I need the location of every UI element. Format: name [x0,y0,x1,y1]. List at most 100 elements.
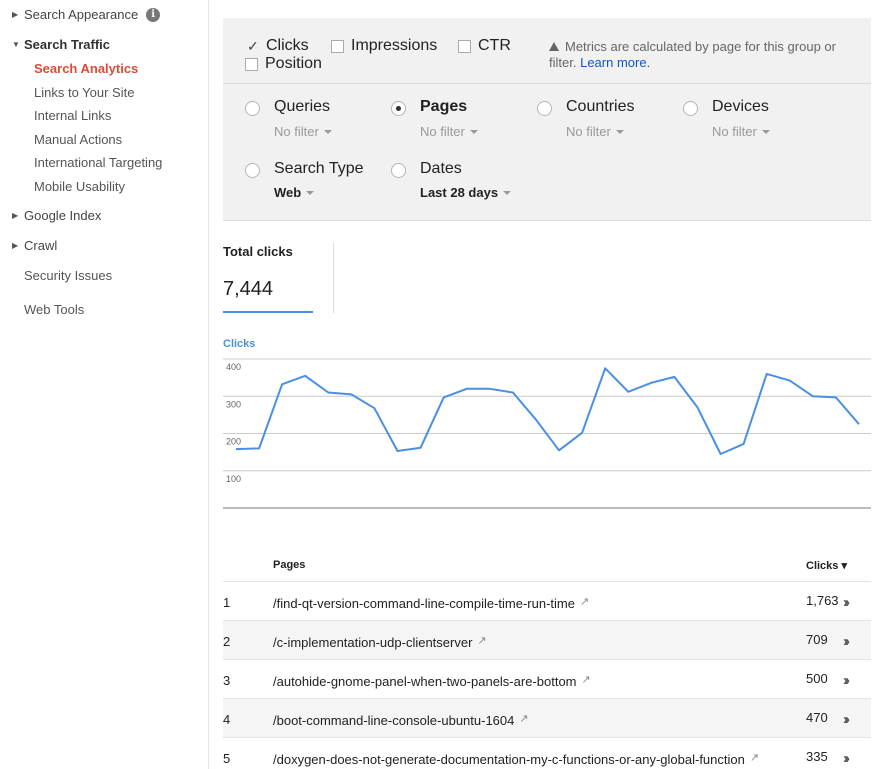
row-details-chevron-icon[interactable]: ›› [843,594,850,611]
dimension-devices-filter-text: No filter [712,124,757,139]
metric-ctr-checkbox[interactable]: CTR [458,37,511,55]
data-point[interactable] [671,374,677,380]
nav-search-appearance[interactable]: ▶ Search Appearance i [12,7,161,22]
data-point[interactable] [787,378,793,384]
data-point[interactable] [764,371,770,377]
radio-pages[interactable] [391,101,406,116]
nav-search-traffic[interactable]: ▼ Search Traffic [12,37,110,52]
external-link-icon[interactable]: ↗ [519,712,528,725]
radio-dates[interactable] [391,163,406,178]
table-row[interactable]: 2 /c-implementation-udp-clientserver ↗ 70… [223,621,871,660]
row-page-link[interactable]: /c-implementation-udp-clientserver ↗ [273,634,487,650]
dimension-dates-label[interactable]: Dates [420,160,462,178]
nav-search-appearance-label: Search Appearance [24,7,139,22]
dimension-devices-label[interactable]: Devices [712,98,769,116]
table-row[interactable]: 5 /doxygen-does-not-generate-documentati… [223,738,871,769]
external-link-icon[interactable]: ↗ [580,595,589,608]
data-point[interactable] [395,448,401,454]
column-header-clicks[interactable]: Clicks ▾ [806,559,847,572]
external-link-icon[interactable]: ↗ [582,673,591,686]
radio-countries[interactable] [537,101,552,116]
data-point[interactable] [856,421,862,427]
row-details-chevron-icon[interactable]: ›› [843,750,850,767]
nav-crawl[interactable]: ▶ Crawl [12,238,57,253]
row-page-text: /doxygen-does-not-generate-documentation… [273,752,745,767]
data-point[interactable] [810,393,816,399]
nav-search-traffic-label: Search Traffic [24,37,110,52]
dropdown-caret-icon [615,130,624,134]
data-point[interactable] [579,430,585,436]
data-point[interactable] [464,386,470,392]
learn-more-link[interactable]: Learn more. [580,55,650,70]
data-point[interactable] [741,441,747,447]
column-header-pages[interactable]: Pages [273,559,305,571]
external-link-icon[interactable]: ↗ [477,634,486,647]
sidebar-item-mobile-usability[interactable]: Mobile Usability [34,179,125,194]
external-link-icon[interactable]: ↗ [750,751,759,764]
info-icon[interactable]: i [146,7,161,22]
data-point[interactable] [371,405,377,411]
table-row[interactable]: 1 /find-qt-version-command-line-compile-… [223,582,871,621]
data-point[interactable] [441,394,447,400]
data-point[interactable] [556,447,562,453]
dimension-devices-filter[interactable]: No filter [712,124,770,139]
dimension-countries-label[interactable]: Countries [566,98,634,116]
data-point[interactable] [602,365,608,371]
row-details-chevron-icon[interactable]: ›› [843,633,850,650]
row-page-link[interactable]: /boot-command-line-console-ubuntu-1604 ↗ [273,712,529,728]
metric-clicks-checkbox[interactable]: ✓ Clicks [247,37,309,55]
data-point[interactable] [718,451,724,457]
row-page-link[interactable]: /doxygen-does-not-generate-documentation… [273,751,759,767]
data-point[interactable] [648,380,654,386]
data-point[interactable] [279,381,285,387]
row-details-chevron-icon[interactable]: ›› [843,711,850,728]
data-point[interactable] [833,394,839,400]
dimension-pages-label[interactable]: Pages [420,98,467,116]
metric-position-checkbox[interactable]: Position [245,55,322,73]
data-point[interactable] [533,417,539,423]
sidebar-item-links-to-your-site[interactable]: Links to Your Site [34,85,134,100]
sidebar-item-internal-links[interactable]: Internal Links [34,108,111,123]
dropdown-caret-icon [761,130,770,134]
row-rank: 4 [223,712,231,727]
radio-queries[interactable] [245,101,260,116]
table-row[interactable]: 4 /boot-command-line-console-ubuntu-1604… [223,699,871,738]
data-point[interactable] [233,446,239,452]
total-clicks-card[interactable]: Total clicks 7,444 [223,243,313,313]
data-point[interactable] [695,404,701,410]
data-point[interactable] [487,386,493,392]
row-page-link[interactable]: /find-qt-version-command-line-compile-ti… [273,595,589,611]
dimension-dates-filter[interactable]: Last 28 days [420,185,512,200]
radio-search-type[interactable] [245,163,260,178]
table-row[interactable]: 3 /autohide-gnome-panel-when-two-panels-… [223,660,871,699]
dimension-countries-filter[interactable]: No filter [566,124,624,139]
dimension-pages-filter[interactable]: No filter [420,124,478,139]
data-point[interactable] [348,391,354,397]
row-clicks: 709 [806,632,828,647]
row-details-chevron-icon[interactable]: ›› [843,672,850,689]
row-page-text: /c-implementation-udp-clientserver [273,635,473,650]
sidebar-item-search-analytics[interactable]: Search Analytics [34,61,138,76]
data-point[interactable] [325,390,331,396]
dimension-queries-label[interactable]: Queries [274,98,330,116]
dimension-search-type-label[interactable]: Search Type [274,160,364,178]
table-header: Pages Clicks ▾ [223,548,871,582]
row-page-link[interactable]: /autohide-gnome-panel-when-two-panels-ar… [273,673,591,689]
radio-devices[interactable] [683,101,698,116]
dimension-search-type-filter[interactable]: Web [274,185,315,200]
data-point[interactable] [418,445,424,451]
nav-web-tools[interactable]: Web Tools [24,302,84,317]
nav-google-index[interactable]: ▶ Google Index [12,208,101,223]
data-point[interactable] [256,445,262,451]
metric-impressions-checkbox[interactable]: Impressions [331,37,437,55]
sidebar-item-manual-actions[interactable]: Manual Actions [34,132,122,147]
data-point[interactable] [302,373,308,379]
nav-security-issues[interactable]: Security Issues [24,268,112,283]
data-point[interactable] [625,389,631,395]
row-page-text: /autohide-gnome-panel-when-two-panels-ar… [273,674,577,689]
checkbox-icon [331,39,344,53]
dimension-queries-filter[interactable]: No filter [274,124,332,139]
dimension-countries-filter-text: No filter [566,124,611,139]
sidebar-item-international-targeting[interactable]: International Targeting [34,155,162,170]
data-point[interactable] [510,390,516,396]
